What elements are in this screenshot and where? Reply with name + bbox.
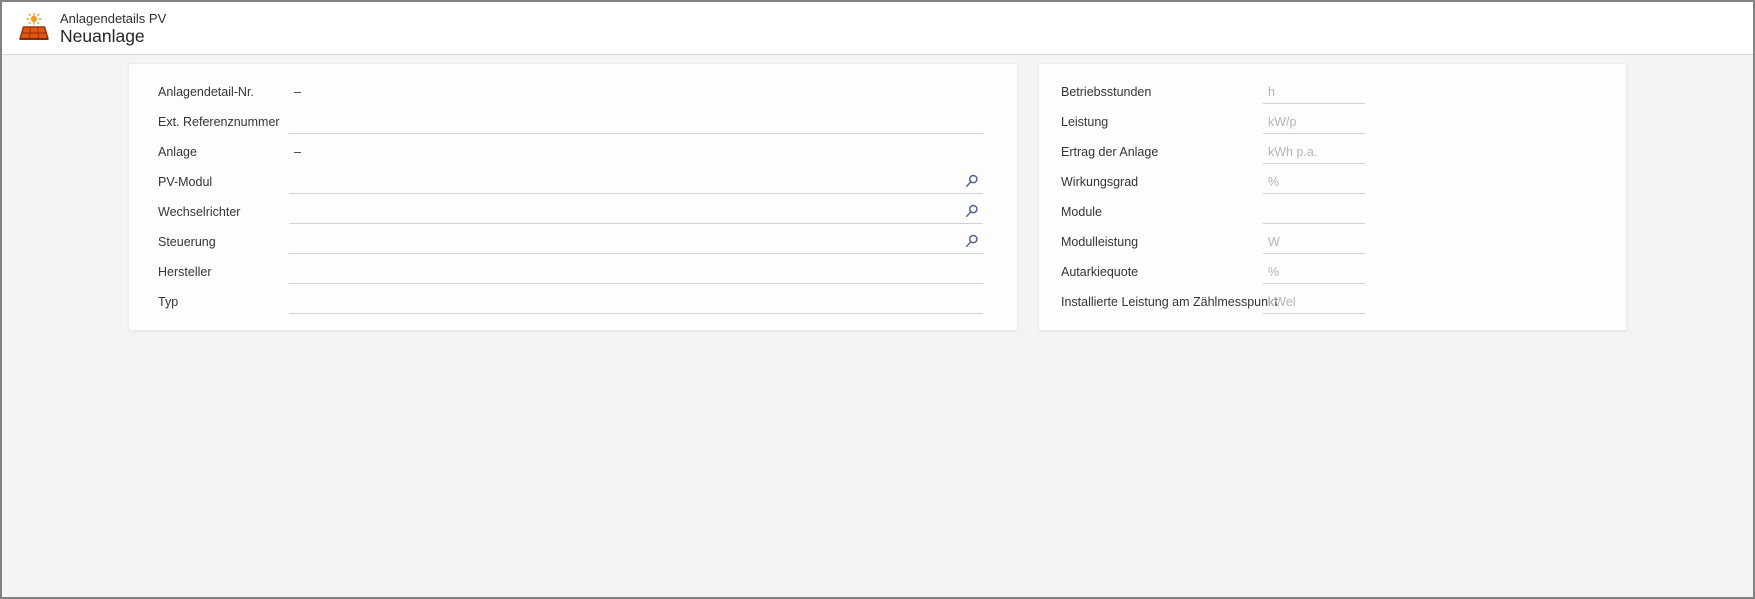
- form-row: Leistung: [1061, 107, 1626, 137]
- solar-panel-icon: [17, 12, 51, 46]
- form-row: Wirkungsgrad: [1061, 167, 1626, 197]
- form-row: Wechselrichter: [158, 197, 1017, 227]
- steuerung-field: [289, 230, 983, 254]
- ertrag-der-anlage-label: Ertrag der Anlage: [1061, 145, 1263, 159]
- anlage-label: Anlage: [158, 145, 289, 159]
- page-title: Anlagendetails PV: [60, 11, 166, 26]
- search-icon[interactable]: [961, 200, 983, 222]
- form-row: PV-Modul: [158, 167, 1017, 197]
- search-icon[interactable]: [961, 230, 983, 252]
- module-label: Module: [1061, 205, 1263, 219]
- modulleistung-label: Modulleistung: [1061, 235, 1263, 249]
- leistung-field: [1263, 110, 1365, 134]
- wirkungsgrad-field: [1263, 170, 1365, 194]
- form-row: Steuerung: [158, 227, 1017, 257]
- form-row: Installierte Leistung am Zählmesspunkt: [1061, 287, 1626, 317]
- ext-referenznummer-label: Ext. Referenznummer: [158, 115, 289, 129]
- ext-referenznummer-input[interactable]: [289, 110, 983, 133]
- page-subtitle: Neuanlage: [60, 26, 166, 46]
- typ-label: Typ: [158, 295, 289, 309]
- typ-field: [289, 290, 983, 314]
- betriebsstunden-label: Betriebsstunden: [1061, 85, 1263, 99]
- modulleistung-field: [1263, 230, 1365, 254]
- betriebsstunden-field: [1263, 80, 1365, 104]
- form-row: Ext. Referenznummer: [158, 107, 1017, 137]
- form-row: Betriebsstunden: [1061, 77, 1626, 107]
- installierte-leistung-am-z-hlmesspunkt-field: [1263, 290, 1365, 314]
- module-input[interactable]: [1263, 200, 1365, 223]
- installierte-leistung-am-z-hlmesspunkt-input[interactable]: [1263, 290, 1365, 313]
- betriebsstunden-input[interactable]: [1263, 80, 1365, 103]
- page-title-block: Anlagendetails PV Neuanlage: [60, 11, 166, 46]
- autarkiequote-field: [1263, 260, 1365, 284]
- hersteller-input[interactable]: [289, 260, 983, 283]
- leistung-input[interactable]: [1263, 110, 1365, 133]
- form-row: Modulleistung: [1061, 227, 1626, 257]
- wechselrichter-input[interactable]: [289, 200, 961, 223]
- form-row: Autarkiequote: [1061, 257, 1626, 287]
- form-row: Anlage–: [158, 137, 1017, 167]
- form-row: Hersteller: [158, 257, 1017, 287]
- form-row: Ertrag der Anlage: [1061, 137, 1626, 167]
- hersteller-label: Hersteller: [158, 265, 289, 279]
- ertrag-der-anlage-input[interactable]: [1263, 140, 1365, 163]
- search-icon[interactable]: [961, 170, 983, 192]
- magnifier-glyph: [965, 234, 979, 248]
- plant-detail-form-card: Anlagendetail-Nr.–Ext. ReferenznummerAnl…: [128, 63, 1018, 331]
- pv-modul-input[interactable]: [289, 170, 961, 193]
- module-field: [1263, 200, 1365, 224]
- form-row: Anlagendetail-Nr.–: [158, 77, 1017, 107]
- magnifier-glyph: [965, 204, 979, 218]
- wirkungsgrad-input[interactable]: [1263, 170, 1365, 193]
- anlagendetail-nr-value: –: [289, 85, 301, 99]
- steuerung-label: Steuerung: [158, 235, 289, 249]
- page-content: Anlagendetail-Nr.–Ext. ReferenznummerAnl…: [2, 56, 1753, 597]
- wechselrichter-field: [289, 200, 983, 224]
- anlage-value: –: [289, 145, 301, 159]
- pv-modul-field: [289, 170, 983, 194]
- hersteller-field: [289, 260, 983, 284]
- ext-referenznummer-field: [289, 110, 983, 134]
- autarkiequote-input[interactable]: [1263, 260, 1365, 283]
- form-row: Typ: [158, 287, 1017, 317]
- typ-input[interactable]: [289, 290, 983, 313]
- form-row: Module: [1061, 197, 1626, 227]
- magnifier-glyph: [965, 174, 979, 188]
- wirkungsgrad-label: Wirkungsgrad: [1061, 175, 1263, 189]
- modulleistung-input[interactable]: [1263, 230, 1365, 253]
- wechselrichter-label: Wechselrichter: [158, 205, 289, 219]
- performance-form-card: Betriebsstunden Leistung Ertrag der Anlage…: [1038, 63, 1627, 331]
- ertrag-der-anlage-field: [1263, 140, 1365, 164]
- leistung-label: Leistung: [1061, 115, 1263, 129]
- steuerung-input[interactable]: [289, 230, 961, 253]
- page-header: Anlagendetails PV Neuanlage: [2, 2, 1753, 55]
- installierte-leistung-am-z-hlmesspunkt-label: Installierte Leistung am Zählmesspunkt: [1061, 295, 1263, 309]
- pv-modul-label: PV-Modul: [158, 175, 289, 189]
- anlagendetail-nr-label: Anlagendetail-Nr.: [158, 85, 289, 99]
- autarkiequote-label: Autarkiequote: [1061, 265, 1263, 279]
- app-window: Anlagendetails PV Neuanlage Anlagendetai…: [0, 0, 1755, 599]
